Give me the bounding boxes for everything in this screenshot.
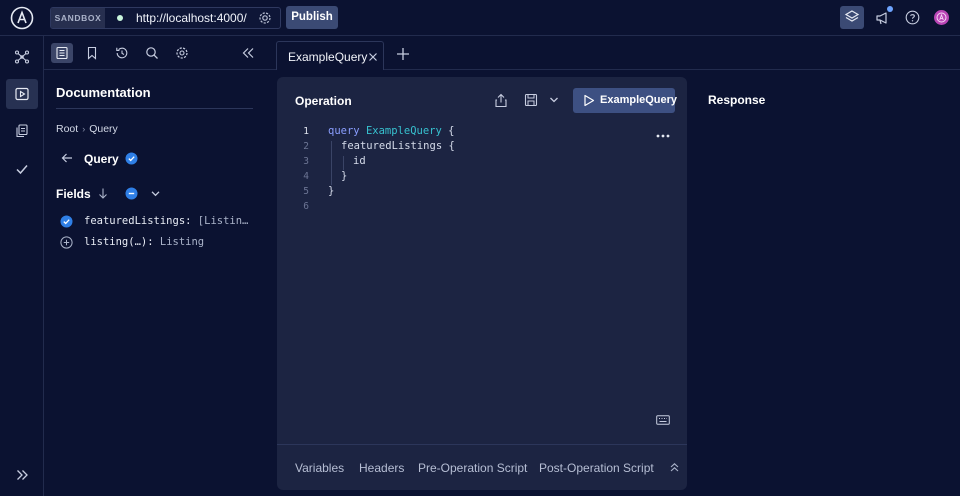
editor-tabs-bar: ExampleQuery xyxy=(276,36,960,70)
keyword: query xyxy=(328,125,360,137)
search-icon[interactable] xyxy=(141,43,163,63)
left-nav xyxy=(0,36,44,496)
more-options-icon[interactable] xyxy=(656,133,670,139)
add-circle-icon[interactable] xyxy=(60,236,73,249)
line-number: 3 xyxy=(303,156,309,167)
field-name: listing(…): xyxy=(84,236,154,248)
code-line[interactable]: } xyxy=(328,185,334,197)
play-icon xyxy=(583,94,595,107)
back-arrow-icon[interactable] xyxy=(60,152,74,164)
sandbox-chip: SANDBOX xyxy=(51,8,105,28)
user-avatar[interactable] xyxy=(934,10,949,25)
endpoint-url-bar[interactable]: SANDBOX http://localhost:4000/ xyxy=(50,7,281,29)
tab-post-operation-script[interactable]: Post-Operation Script xyxy=(539,461,654,475)
explorer-icon[interactable] xyxy=(6,79,38,109)
bookmark-icon[interactable] xyxy=(81,43,103,63)
chevron-down-icon[interactable] xyxy=(150,188,161,199)
notification-dot xyxy=(887,6,893,12)
deselect-all-minus-icon[interactable] xyxy=(125,187,138,200)
tab-label: ExampleQuery xyxy=(288,50,368,64)
tab-headers[interactable]: Headers xyxy=(359,461,404,475)
top-bar: SANDBOX http://localhost:4000/ Publish xyxy=(0,0,960,36)
code-line[interactable]: query ExampleQuery { xyxy=(328,125,454,137)
divider xyxy=(277,444,687,445)
tab-example-query[interactable]: ExampleQuery xyxy=(276,41,384,70)
indent-guide xyxy=(331,141,332,185)
chevron-down-icon[interactable] xyxy=(549,95,559,105)
field-type[interactable]: Listing xyxy=(160,236,204,248)
publish-button[interactable]: Publish xyxy=(286,6,338,29)
tab-pre-operation-script[interactable]: Pre-Operation Script xyxy=(418,461,527,475)
field-name: featuredListings: xyxy=(84,215,192,227)
breadcrumb: Root › Query xyxy=(56,123,118,135)
documentation-title: Documentation xyxy=(56,85,151,100)
announcements-megaphone-icon[interactable] xyxy=(875,10,891,26)
code-brace: { xyxy=(441,125,455,137)
save-icon[interactable] xyxy=(524,93,538,107)
endpoint-url[interactable]: http://localhost:4000/ xyxy=(136,11,247,25)
settings-icon[interactable] xyxy=(171,43,193,63)
code-line[interactable]: id xyxy=(353,155,366,167)
sort-arrow-down-icon[interactable] xyxy=(97,187,109,200)
line-number: 2 xyxy=(303,141,309,152)
response-title: Response xyxy=(708,93,766,107)
keyboard-shortcuts-icon[interactable] xyxy=(656,415,670,425)
indent-guide xyxy=(343,156,344,170)
apollo-logo-icon[interactable] xyxy=(10,6,34,30)
operation-name: ExampleQuery xyxy=(365,125,442,137)
code-line[interactable]: } xyxy=(341,170,347,182)
run-operation-button[interactable]: ExampleQuery xyxy=(573,88,678,113)
connection-status-dot xyxy=(117,15,123,21)
operation-title: Operation xyxy=(295,94,352,108)
line-number: 4 xyxy=(303,171,309,182)
double-chevron-right-icon[interactable] xyxy=(6,460,38,490)
checks-icon[interactable] xyxy=(6,116,38,146)
breadcrumb-root[interactable]: Root xyxy=(56,123,78,135)
line-number: 6 xyxy=(303,201,309,212)
plus-icon[interactable] xyxy=(396,47,410,61)
operation-panel: Operation ExampleQuery 1 2 3 4 5 6 query… xyxy=(277,77,687,490)
launches-icon[interactable] xyxy=(6,154,38,184)
layers-icon[interactable] xyxy=(840,6,864,29)
tab-variables[interactable]: Variables xyxy=(295,461,344,475)
current-type-title: Query xyxy=(84,152,119,166)
field-type[interactable]: [Listin… xyxy=(198,215,249,227)
schema-icon[interactable] xyxy=(6,42,38,72)
breadcrumb-separator: › xyxy=(82,124,86,134)
code-line[interactable]: featuredListings { xyxy=(341,140,455,152)
double-chevron-up-icon[interactable] xyxy=(669,462,680,473)
documentation-icon[interactable] xyxy=(51,43,73,63)
collapse-left-icon[interactable] xyxy=(237,43,259,63)
fields-label: Fields xyxy=(56,187,91,201)
history-icon[interactable] xyxy=(111,43,133,63)
run-button-label: ExampleQuery xyxy=(600,94,678,106)
breadcrumb-query[interactable]: Query xyxy=(89,123,118,135)
share-icon[interactable] xyxy=(494,93,508,108)
connection-settings-gear-icon[interactable] xyxy=(258,11,272,25)
check-circle-icon xyxy=(125,152,138,165)
check-circle-icon[interactable] xyxy=(60,215,73,228)
help-icon[interactable] xyxy=(905,10,920,25)
line-number: 1 xyxy=(303,126,309,137)
close-icon[interactable] xyxy=(368,52,378,62)
documentation-toolbar xyxy=(44,36,276,70)
divider xyxy=(56,108,253,109)
line-number: 5 xyxy=(303,186,309,197)
